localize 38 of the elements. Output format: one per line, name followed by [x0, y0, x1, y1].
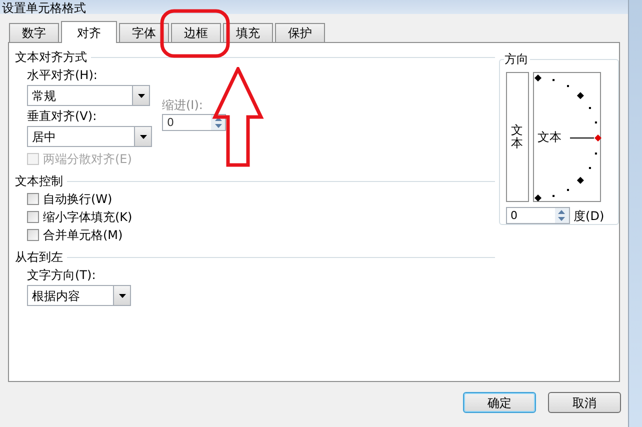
- checkbox[interactable]: [27, 229, 39, 241]
- caret-icon: [118, 294, 126, 298]
- tab[interactable]: 字体: [119, 23, 169, 42]
- tab[interactable]: 数字: [9, 23, 59, 42]
- section-heading: 文本对齐方式: [15, 51, 87, 63]
- checkbox-label: 自动换行(W): [43, 193, 112, 205]
- dialog-button[interactable]: 确定: [463, 392, 536, 413]
- text-direction-select[interactable]: 根据内容: [27, 285, 131, 306]
- dial-text: 文本: [538, 131, 562, 143]
- caret-icon: [140, 134, 146, 138]
- vertical-text: 文本: [511, 124, 524, 150]
- field-label: 水平对齐(H):: [27, 69, 98, 81]
- vertical-select[interactable]: 居中: [27, 126, 152, 147]
- checkbox-label: 两端分散对齐(E): [43, 153, 132, 165]
- angle-dial-drawing[interactable]: [534, 73, 602, 203]
- spin-arrows-icon: [558, 210, 566, 221]
- window-title: 设置单元格格式: [2, 2, 86, 14]
- spin-arrows-icon: [214, 117, 222, 128]
- horizontal-select[interactable]: 常规: [27, 85, 150, 106]
- checkbox-label: 合并单元格(M): [43, 229, 123, 241]
- section-heading: 方向: [504, 53, 530, 65]
- section-heading: 文本控制: [15, 175, 63, 187]
- tab[interactable]: 填充: [223, 23, 273, 42]
- degrees-field[interactable]: 0: [506, 207, 570, 224]
- tab[interactable]: 对齐: [61, 21, 117, 43]
- tab[interactable]: 边框: [171, 23, 221, 42]
- field-label: 垂直对齐(V):: [27, 110, 98, 122]
- checkbox-label: 缩小字体填充(K): [43, 211, 132, 223]
- caret-icon: [138, 94, 144, 98]
- field-label: 缩进(I):: [162, 99, 204, 111]
- tab[interactable]: 保护: [275, 23, 325, 42]
- section-heading: 从右到左: [15, 251, 63, 263]
- field-label: 文字方向(T):: [27, 269, 97, 281]
- checkbox[interactable]: [27, 193, 39, 205]
- checkbox[interactable]: [27, 211, 39, 223]
- vertical-text-option[interactable]: 文本: [506, 72, 529, 202]
- dialog-button[interactable]: 取消: [548, 392, 621, 413]
- field-label: 度(D): [574, 210, 604, 222]
